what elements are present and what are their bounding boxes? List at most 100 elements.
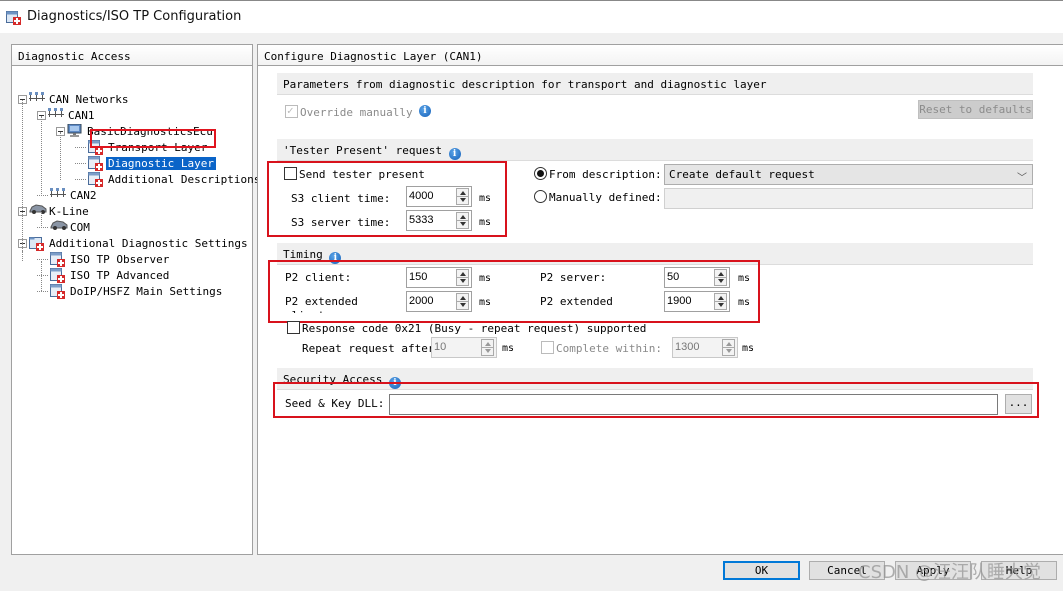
computer-icon [67,123,83,138]
seed-key-dll-input[interactable] [389,394,998,415]
tree-connector [37,194,48,196]
tree-connector [37,290,48,292]
config-document-icon [50,284,66,299]
spin-buttons[interactable] [456,188,469,205]
tree-connector [37,258,48,260]
ok-button[interactable]: OK [723,561,800,580]
tree-item[interactable]: CAN Networks [18,91,130,107]
watermark: CSDN @汪汪队睡大觉 [858,562,1042,583]
spin-buttons[interactable] [456,212,469,229]
response-code-checkbox[interactable] [287,321,300,334]
tree-connector [75,146,86,148]
send-tester-present-label: Send tester present [299,168,425,181]
config-document-icon [88,172,104,187]
tree-item[interactable]: CAN1 [37,107,97,123]
s3-client-time-spinner[interactable]: 4000 [406,186,472,207]
override-manually-checkbox[interactable] [285,104,298,118]
manually-defined-radio[interactable] [534,190,547,203]
tester-present-section-header: 'Tester Present' request i [277,139,1033,161]
seed-key-dll-label: Seed & Key DLL: [285,397,385,410]
s3-client-time-label: S3 client time: [291,192,391,205]
tree-guide-line [41,261,42,291]
s3-server-time-value[interactable]: 5333 [409,214,433,226]
ms-unit-label: ms [479,273,492,284]
request-select-value: Create default request [669,168,815,181]
info-icon[interactable]: i [419,105,431,117]
browse-button[interactable]: ... [1005,394,1032,414]
spin-buttons[interactable] [481,339,494,356]
tree-guide-line [22,251,23,261]
tree-item-label: DoIP/HSFZ Main Settings [70,284,223,298]
s3-server-time-label: S3 server time: [291,216,391,229]
spin-buttons[interactable] [714,269,727,286]
complete-within-checkbox[interactable] [541,341,554,354]
tree-item[interactable]: Additional Diagnostic Settings [18,235,250,251]
send-tester-present-checkbox[interactable] [284,167,297,180]
ms-unit-label: ms [738,273,751,284]
config-document-icon [6,10,22,28]
tree-item[interactable]: COM [37,219,92,235]
ms-unit-label: ms [479,297,492,308]
repeat-request-after-label: Repeat request after: [302,342,442,355]
tree-connector [37,226,48,228]
p2-server-spinner[interactable]: 50 [664,267,730,288]
title-bar: Diagnostics/ISO TP Configuration [0,0,1063,33]
tree-item-label: Additional Descriptions [108,172,261,186]
tree-item-label: Additional Diagnostic Settings [49,236,248,250]
tree-item[interactable]: DoIP/HSFZ Main Settings [37,283,224,299]
complete-within-spinner[interactable]: 1300 [672,337,738,358]
complete-within-label: Complete within: [556,342,662,355]
spin-buttons[interactable] [714,293,727,310]
tree-item[interactable]: Diagnostic Layer [75,155,216,171]
tree-item-label: ISO TP Advanced [70,268,170,282]
manually-defined-field[interactable] [664,188,1033,209]
tree-guide-line [22,100,23,243]
car-icon [29,204,47,218]
selection-highlight-box [90,129,216,148]
s3-client-time-value[interactable]: 4000 [409,190,433,202]
tree-connector [37,274,48,276]
repeat-request-after-value[interactable]: 10 [434,341,446,353]
spin-buttons[interactable] [456,293,469,310]
p2-client-spinner[interactable]: 150 [406,267,472,288]
spin-buttons[interactable] [456,269,469,286]
tester-present-section-title: 'Tester Present' request [283,144,442,157]
reset-to-defaults-button[interactable]: Reset to defaults [918,100,1033,119]
configure-panel-header: Configure Diagnostic Layer (CAN1) [258,45,1063,66]
ms-unit-label: ms [479,217,492,228]
tree-item[interactable]: ISO TP Observer [37,251,171,267]
p2-extended-client-label: P2 extended client: [285,295,358,313]
tree-item[interactable]: Additional Descriptions [75,171,262,187]
tree-item[interactable]: K-Line [18,203,91,219]
from-description-radio[interactable] [534,167,547,180]
diagnostic-access-header: Diagnostic Access [12,45,252,66]
from-description-label: From description: [549,168,662,181]
config-document-icon [88,156,104,171]
tree-item[interactable]: CAN2 [37,187,99,203]
p2-extended-client-spinner[interactable]: 2000 [406,291,472,312]
p2-extended-server-value[interactable]: 1900 [667,295,691,307]
spin-buttons[interactable] [722,339,735,356]
ms-unit-label: ms [742,343,755,354]
tree-connector [75,178,86,180]
repeat-request-after-spinner[interactable]: 10 [431,337,497,358]
parameters-section-header: Parameters from diagnostic description f… [277,73,1033,95]
network-icon [50,188,66,202]
complete-within-value[interactable]: 1300 [675,341,699,353]
p2-extended-client-value[interactable]: 2000 [409,295,433,307]
info-icon[interactable]: i [448,148,461,160]
tree-item[interactable]: ISO TP Advanced [37,267,171,283]
ms-unit-label: ms [502,343,515,354]
s3-server-time-spinner[interactable]: 5333 [406,210,472,231]
p2-extended-server-spinner[interactable]: 1900 [664,291,730,312]
tree-item-label: CAN1 [68,108,95,122]
manually-defined-label: Manually defined: [549,191,662,204]
p2-client-value[interactable]: 150 [409,271,427,283]
tree-connector [75,162,86,164]
p2-server-value[interactable]: 50 [667,271,679,283]
request-select[interactable]: Create default request ﹀ [664,164,1033,185]
ms-unit-label: ms [479,193,492,204]
override-manually-label: Override manually [300,106,413,119]
chevron-down-icon[interactable]: ﹀ [1017,169,1027,184]
config-document-icon [50,268,66,283]
